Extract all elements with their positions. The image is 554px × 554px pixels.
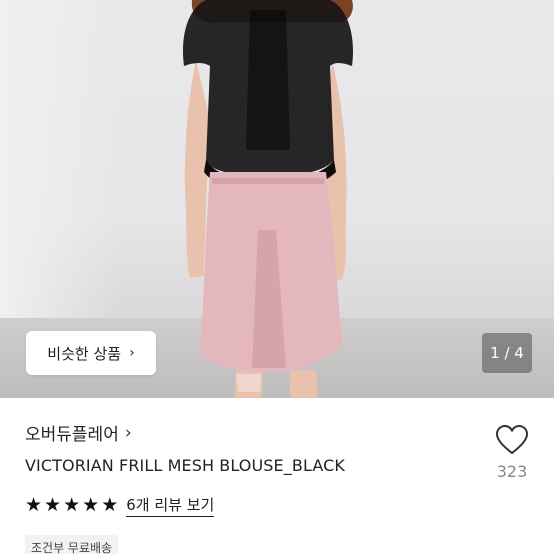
rating-row: ★ ★ ★ ★ ★ 6개 리뷰 보기 xyxy=(25,494,215,517)
shipping-badge: 조건부 무료배송 xyxy=(25,535,119,554)
similar-products-button[interactable]: 비슷한 상품 › xyxy=(26,331,156,375)
star-filled-icon: ★ xyxy=(101,494,119,516)
blouse-ruffle-panel xyxy=(246,10,290,150)
similar-products-label: 비슷한 상품 xyxy=(47,344,122,363)
like-count: 323 xyxy=(496,462,528,481)
like-button[interactable]: 323 xyxy=(492,424,532,481)
star-filled-icon: ★ xyxy=(44,494,62,516)
skirt-waistband xyxy=(212,178,324,184)
product-image[interactable]: 비슷한 상품 › 1 / 4 xyxy=(0,0,554,398)
chevron-right-icon: › xyxy=(124,422,132,443)
leg-bandage xyxy=(236,374,262,392)
star-filled-icon: ★ xyxy=(82,494,100,516)
chevron-right-icon: › xyxy=(129,345,135,361)
product-info: 오버듀플레어 › VICTORIAN FRILL MESH BLOUSE_BLA… xyxy=(0,398,554,554)
star-filled-icon: ★ xyxy=(25,494,43,516)
right-leg xyxy=(290,370,318,398)
shop-link[interactable]: 오버듀플레어 › xyxy=(25,420,132,446)
star-filled-icon: ★ xyxy=(63,494,81,516)
view-reviews-link[interactable]: 6개 리뷰 보기 xyxy=(126,494,215,517)
heart-outline-icon xyxy=(495,424,529,455)
image-page-indicator: 1 / 4 xyxy=(482,333,532,373)
shop-name: 오버듀플레어 xyxy=(25,425,119,445)
product-title: VICTORIAN FRILL MESH BLOUSE_BLACK xyxy=(25,456,345,475)
rating-stars: ★ ★ ★ ★ ★ xyxy=(25,496,118,515)
